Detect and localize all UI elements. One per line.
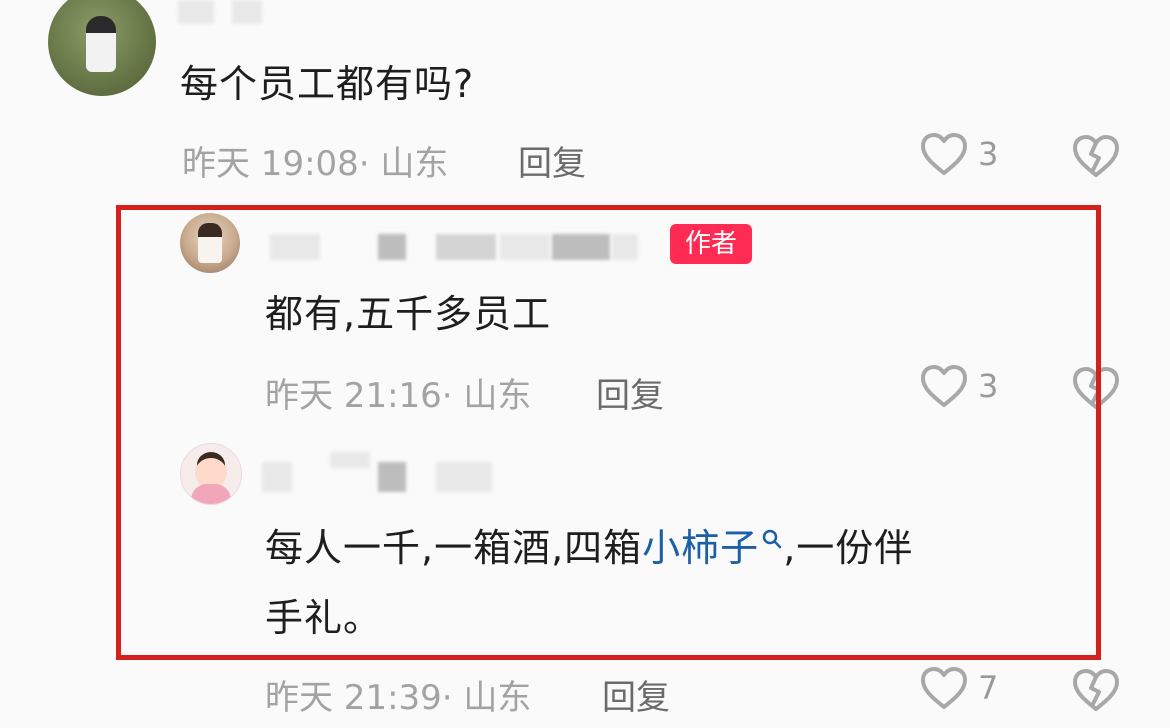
reply-button[interactable]: 回复	[518, 136, 586, 185]
blurred-username[interactable]	[270, 234, 320, 260]
comment-time: 昨天 19:08	[182, 144, 359, 184]
blurred-username[interactable]	[178, 0, 214, 24]
blurred-username[interactable]	[262, 462, 292, 492]
like-button[interactable]: 3	[920, 364, 998, 408]
blurred-username-part	[500, 234, 550, 260]
reply-time: 昨天 21:39	[265, 678, 442, 718]
reply-text-before-link: 每人一千,一箱酒,四箱	[265, 526, 643, 570]
reply-location: · 山东	[441, 376, 532, 416]
reply-text-line1: 每人一千,一箱酒,四箱小柿子 ,一份伴	[265, 526, 914, 570]
replier-avatar[interactable]	[180, 443, 242, 505]
like-count: 3	[978, 367, 999, 405]
comment-meta: 昨天 19:08· 山东	[182, 136, 448, 185]
author-badge: 作者	[670, 224, 752, 264]
reply-text: 都有,五千多员工	[265, 292, 552, 336]
blurred-username-part	[436, 234, 496, 260]
avatar-cartoon-body	[191, 484, 231, 504]
highlight-annotation-box	[116, 205, 1101, 660]
blurred-username-part	[378, 234, 406, 260]
like-count: 7	[978, 669, 999, 707]
reply-time: 昨天 21:16	[265, 376, 442, 416]
dislike-button[interactable]	[1072, 134, 1120, 182]
search-link-text[interactable]: 小柿子	[642, 526, 759, 570]
search-icon	[762, 529, 782, 549]
broken-heart-icon	[1073, 367, 1119, 409]
reply-button[interactable]: 回复	[596, 368, 664, 417]
heart-outline-icon	[921, 133, 967, 175]
dislike-button[interactable]	[1072, 366, 1120, 414]
blurred-username-part	[436, 462, 492, 492]
reply-text-line2: 手礼。	[265, 596, 383, 640]
like-button[interactable]: 3	[920, 132, 998, 176]
reply-meta: 昨天 21:16· 山东	[265, 368, 531, 417]
broken-heart-icon	[1073, 135, 1119, 177]
dislike-button[interactable]	[1072, 668, 1120, 716]
blurred-username-part	[378, 462, 406, 492]
avatar-photo-figure	[86, 16, 116, 72]
comment-location: · 山东	[358, 144, 449, 184]
heart-outline-icon	[921, 365, 967, 407]
heart-outline-icon	[921, 667, 967, 709]
blurred-username-part	[552, 234, 610, 260]
reply-meta: 昨天 21:39· 山东	[265, 670, 531, 719]
commenter-avatar[interactable]	[48, 0, 156, 96]
like-button[interactable]: 7	[920, 666, 998, 710]
blurred-username-part	[612, 234, 638, 260]
avatar-photo-figure	[198, 223, 222, 263]
broken-heart-icon	[1073, 669, 1119, 711]
search-link[interactable]: 小柿子	[642, 526, 783, 570]
blurred-username-part	[330, 452, 370, 468]
reply-button[interactable]: 回复	[602, 670, 670, 719]
reply-location: · 山东	[441, 678, 532, 718]
blurred-username-part	[232, 0, 262, 24]
like-count: 3	[978, 135, 999, 173]
comment-text: 每个员工都有吗?	[180, 62, 475, 106]
reply-text-after-link: ,一份伴	[783, 526, 914, 570]
author-avatar[interactable]	[180, 213, 240, 273]
